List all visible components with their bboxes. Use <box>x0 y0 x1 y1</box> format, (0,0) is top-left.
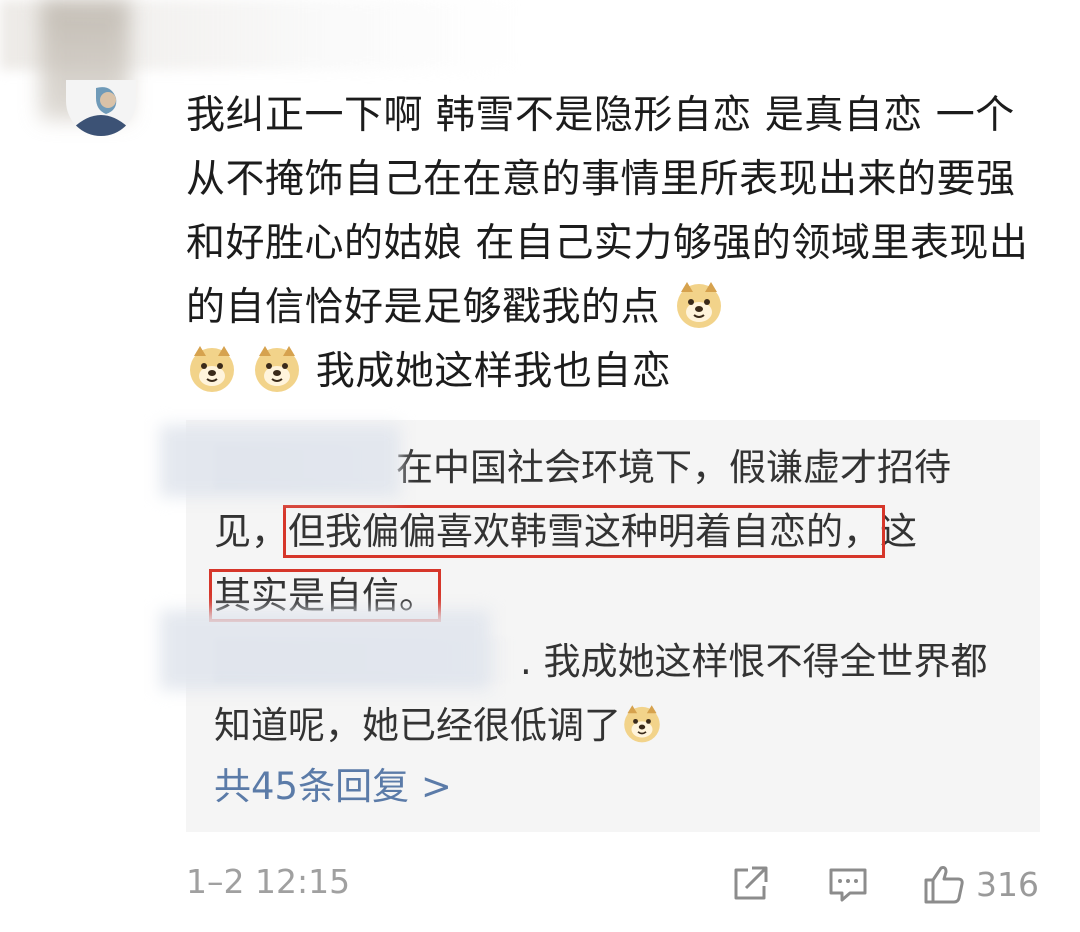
share-button[interactable] <box>728 862 772 906</box>
doge-emoji-icon <box>673 278 725 330</box>
timestamp: 1–2 12:15 <box>186 862 351 901</box>
like-count: 316 <box>976 864 1039 904</box>
comment-text: 我纠正一下啊 韩雪不是隐形自恋 是真自恋 一个从不掩饰自己在在意的事情里所表现出… <box>186 84 1046 404</box>
reply-text-mid: 这 <box>880 510 917 553</box>
highlighted-text: 但我偏偏喜欢韩雪这种明着自恋的， <box>283 505 885 558</box>
like-button[interactable]: 316 <box>922 862 1039 906</box>
doge-emoji-icon <box>621 702 663 744</box>
thumbs-up-icon <box>924 866 964 904</box>
doge-emoji-icon <box>186 342 238 394</box>
comment-button[interactable] <box>826 862 870 906</box>
comment-footer: 1–2 12:15 316 <box>186 856 1046 912</box>
comment-icon <box>829 868 867 902</box>
share-icon <box>734 866 768 900</box>
more-replies-link[interactable]: 共45条回复 > <box>214 756 452 810</box>
blurred-name-overlay <box>160 425 400 497</box>
comment-text-part1: 我纠正一下啊 韩雪不是隐形自恋 是真自恋 一个从不掩饰自己在在意的事情里所表现出… <box>186 93 1029 330</box>
avatar-image <box>66 80 136 136</box>
comment-text-part2: 我成她这样我也自恋 <box>302 349 672 394</box>
avatar[interactable] <box>66 80 136 136</box>
blurred-name-overlay <box>160 610 490 690</box>
doge-emoji-icon <box>251 342 303 394</box>
